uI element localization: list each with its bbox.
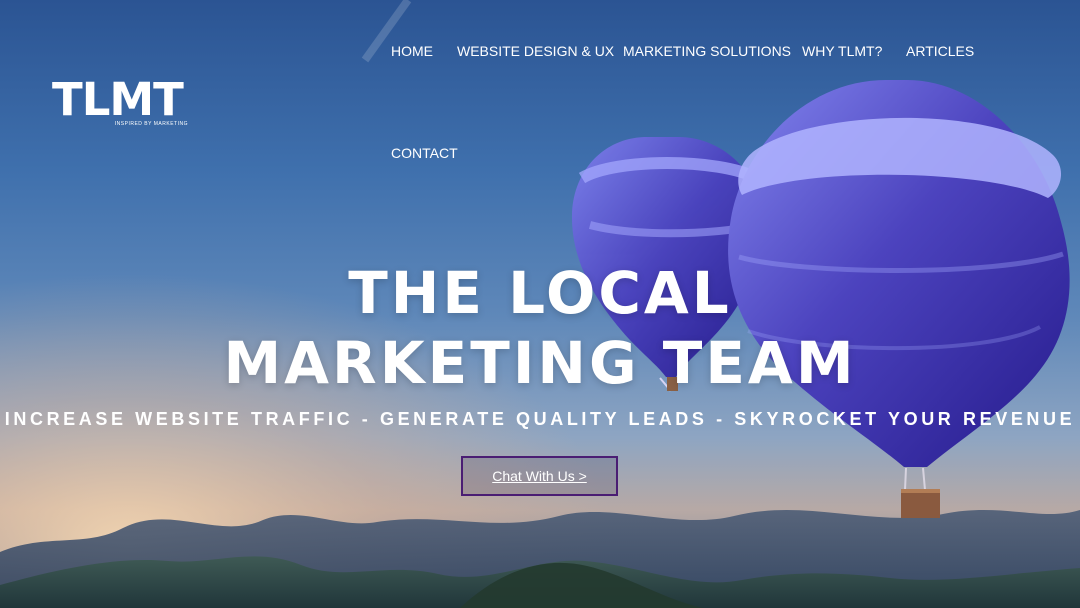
hero-headline-line-2: MARKETING TEAM — [223, 329, 857, 397]
nav-contact-link[interactable]: CONTACT — [391, 145, 458, 161]
logo-tagline: INSPIRED BY MARKETING — [114, 121, 188, 127]
logo-mark: TLMT — [52, 73, 184, 126]
nav-marketing-solutions-link[interactable]: MARKETING SOLUTIONS — [623, 43, 791, 59]
nav-home-link[interactable]: HOME — [391, 43, 433, 59]
chat-with-us-button[interactable]: Chat With Us > — [461, 456, 618, 496]
nav-website-design-ux-link[interactable]: WEBSITE DESIGN & UX — [457, 43, 614, 59]
nav-articles-link[interactable]: ARTICLES — [906, 43, 974, 59]
hero-banner: TLMT INSPIRED BY MARKETING HOME WEBSITE … — [0, 0, 1080, 608]
main-navigation: HOME WEBSITE DESIGN & UX MARKETING SOLUT… — [391, 0, 1011, 170]
site-logo[interactable]: TLMT INSPIRED BY MARKETING — [52, 73, 204, 128]
nav-why-tlmt-link[interactable]: WHY TLMT? — [802, 43, 882, 59]
hero-headline-line-1: THE LOCAL — [348, 259, 732, 327]
hero-subheadline: INCREASE WEBSITE TRAFFIC - GENERATE QUAL… — [4, 409, 1076, 429]
